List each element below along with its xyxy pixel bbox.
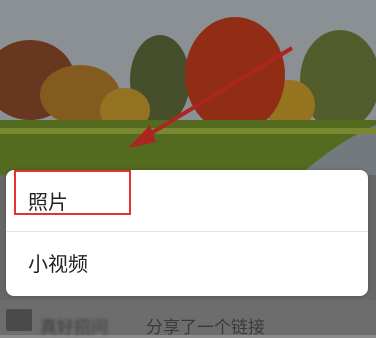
annotation-highlight-box <box>14 170 131 215</box>
menu-item-short-video-label: 小视频 <box>28 251 88 276</box>
share-caption: 分享了一个链接 <box>146 318 265 338</box>
blurred-username: 真好招问 <box>40 318 108 338</box>
menu-item-short-video[interactable]: 小视频 <box>6 232 368 292</box>
avatar <box>6 309 32 331</box>
